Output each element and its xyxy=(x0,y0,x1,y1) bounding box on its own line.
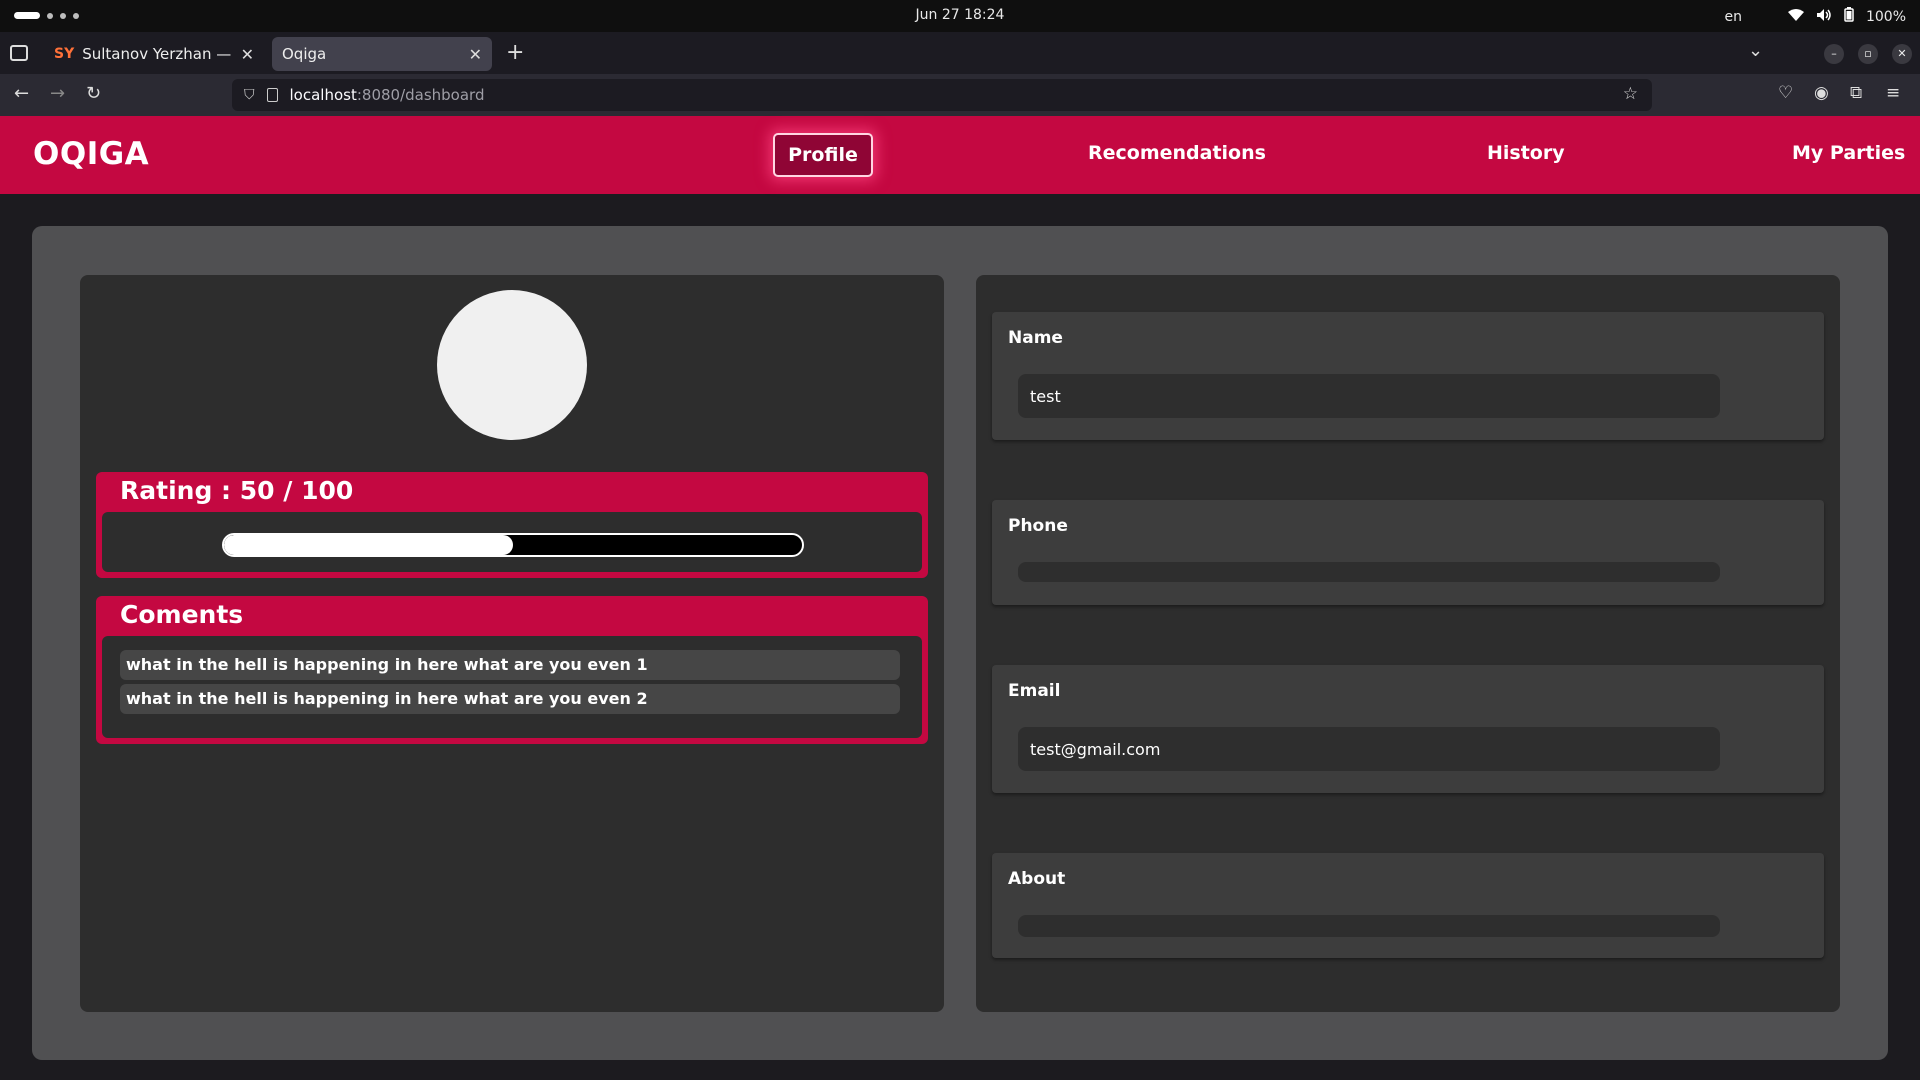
os-top-bar: Jun 27 18:24 en 100% xyxy=(0,0,1920,32)
clock[interactable]: Jun 27 18:24 xyxy=(0,7,1920,23)
url-host: localhost xyxy=(289,86,357,104)
bookmark-star-icon[interactable]: ☆ xyxy=(1623,84,1638,104)
battery-percent: 100% xyxy=(1865,8,1906,25)
comments-section: Coments what in the hell is happening in… xyxy=(96,596,928,744)
wifi-icon xyxy=(1787,8,1804,26)
rating-progress-fill xyxy=(224,535,513,555)
tab-overview-icon[interactable] xyxy=(10,45,28,61)
rating-progress-bar xyxy=(222,533,804,557)
menu-icon[interactable]: ≡ xyxy=(1886,83,1900,103)
pocket-icon[interactable]: ♡ xyxy=(1778,83,1793,103)
name-label: Name xyxy=(1008,328,1063,348)
avatar[interactable] xyxy=(437,290,587,440)
extensions-icon[interactable]: ⧉ xyxy=(1850,83,1862,103)
list-tabs-chevron-icon[interactable]: ⌄ xyxy=(1748,40,1763,61)
rating-section: Rating : 50 / 100 xyxy=(96,472,928,578)
name-field-group: Name xyxy=(992,312,1824,440)
brand-logo[interactable]: OQIGA xyxy=(33,136,149,172)
account-icon[interactable]: ◉ xyxy=(1814,83,1829,103)
about-label: About xyxy=(1008,869,1066,889)
email-input[interactable] xyxy=(1018,727,1720,771)
browser-tab-oqiga[interactable]: Oqiga ✕ xyxy=(272,37,492,71)
keyboard-language[interactable]: en xyxy=(1724,9,1742,25)
page-info-icon[interactable] xyxy=(266,88,278,102)
email-field-group: Email xyxy=(992,665,1824,793)
phone-input[interactable] xyxy=(1018,562,1720,582)
forward-icon[interactable]: → xyxy=(50,83,65,104)
restore-icon[interactable]: ▫ xyxy=(1858,44,1878,64)
tab-title: Oqiga xyxy=(282,45,327,63)
system-tray[interactable]: en 100% xyxy=(1724,7,1906,26)
phone-label: Phone xyxy=(1008,516,1068,536)
close-tab-icon[interactable]: ✕ xyxy=(469,45,482,64)
app-header: OQIGA Profile Recomendations History My … xyxy=(0,116,1920,194)
minimize-icon[interactable]: – xyxy=(1824,44,1844,64)
url-path: :8080/dashboard xyxy=(356,86,485,104)
browser-tab-portfolio[interactable]: SY Sultanov Yerzhan — Deve ✕ xyxy=(44,37,264,71)
close-window-icon[interactable]: ✕ xyxy=(1892,44,1912,64)
email-label: Email xyxy=(1008,681,1061,701)
name-input[interactable] xyxy=(1018,374,1720,418)
browser-nav-bar: ← → ↻ ⛉ localhost:8080/dashboard ☆ ♡ ◉ ⧉… xyxy=(0,74,1920,116)
shield-icon[interactable]: ⛉ xyxy=(244,87,255,103)
battery-icon xyxy=(1844,7,1854,26)
about-input[interactable] xyxy=(1018,915,1720,937)
volume-icon xyxy=(1816,8,1832,26)
nav-history[interactable]: History xyxy=(1487,142,1565,164)
nav-recommendations[interactable]: Recomendations xyxy=(1088,142,1266,164)
url-bar[interactable]: ⛉ localhost:8080/dashboard ☆ xyxy=(232,79,1652,111)
comments-list: what in the hell is happening in here wh… xyxy=(102,636,922,738)
phone-field-group: Phone xyxy=(992,500,1824,605)
tab-title: Sultanov Yerzhan — Deve xyxy=(82,45,232,63)
comments-title: Coments xyxy=(120,600,244,629)
new-tab-icon[interactable]: + xyxy=(506,40,524,65)
close-tab-icon[interactable]: ✕ xyxy=(241,45,254,64)
rating-title: Rating : 50 / 100 xyxy=(120,476,354,505)
nav-profile[interactable]: Profile xyxy=(773,133,873,177)
about-field-group: About xyxy=(992,853,1824,958)
tab-favicon: SY xyxy=(54,46,75,62)
comment-item: what in the hell is happening in here wh… xyxy=(120,650,900,680)
back-icon[interactable]: ← xyxy=(14,83,29,104)
browser-tab-bar: SY Sultanov Yerzhan — Deve ✕ Oqiga ✕ + ⌄… xyxy=(0,32,1920,74)
nav-my-parties[interactable]: My Parties xyxy=(1792,142,1905,164)
reload-icon[interactable]: ↻ xyxy=(86,83,101,104)
comment-item: what in the hell is happening in here wh… xyxy=(120,684,900,714)
